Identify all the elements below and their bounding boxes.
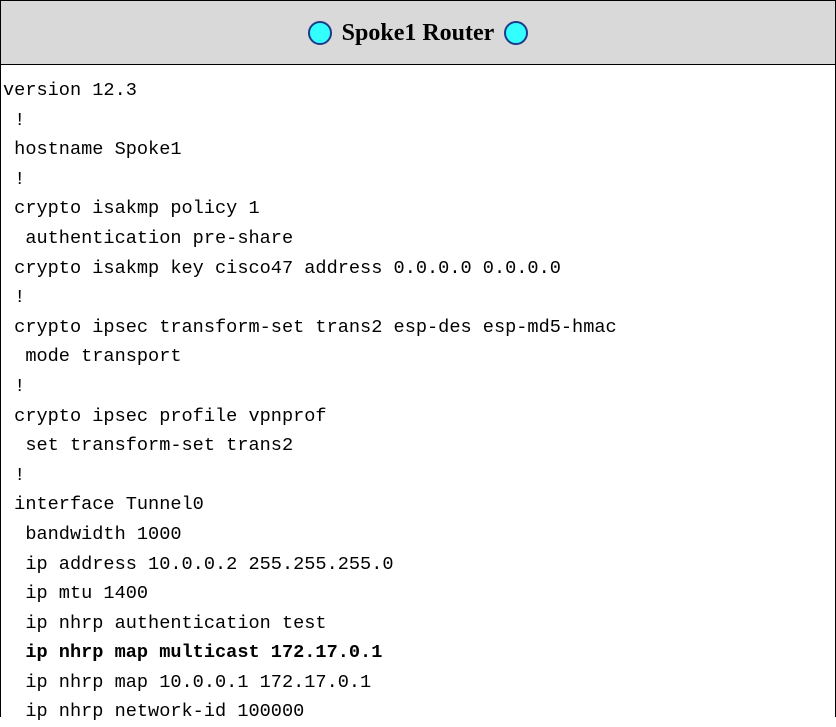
config-listing: version 12.3 ! hostname Spoke1 ! crypto … [1,65,835,727]
config-line: ip nhrp network-id 100000 [3,701,305,723]
config-line: crypto isakmp policy 1 [3,198,260,220]
config-line: ! [3,375,26,397]
config-line: crypto ipsec transform-set trans2 esp-de… [3,316,617,338]
cyan-circle-icon [307,20,332,45]
config-line: ip nhrp authentication test [3,612,327,634]
config-line: ! [3,464,26,486]
config-line: ip nhrp map 10.0.0.1 172.17.0.1 [3,671,372,693]
config-line: bandwidth 1000 [3,523,182,545]
table-header: Spoke1 Router [1,1,835,65]
config-line: crypto ipsec profile vpnprof [3,405,327,427]
config-line: interface Tunnel0 [3,494,204,516]
config-line: ! [3,287,26,309]
config-line: set transform-set trans2 [3,435,294,457]
config-line: hostname Spoke1 [3,139,182,161]
cyan-circle-icon [504,20,529,45]
config-line: ip nhrp map multicast 172.17.0.1 [3,642,383,664]
config-table: Spoke1 Router version 12.3 ! hostname Sp… [0,0,836,722]
config-line: ip address 10.0.0.2 255.255.255.0 [3,553,394,575]
config-line: authentication pre-share [3,227,294,249]
config-line: ! [3,109,26,131]
config-line: version 12.3 [3,80,137,101]
config-line: ! [3,168,26,190]
config-line: ip mtu 1400 [3,583,149,605]
config-line: mode transport [3,346,182,368]
page-title: Spoke1 Router [341,19,495,46]
config-line: crypto isakmp key cisco47 address 0.0.0.… [3,257,561,279]
